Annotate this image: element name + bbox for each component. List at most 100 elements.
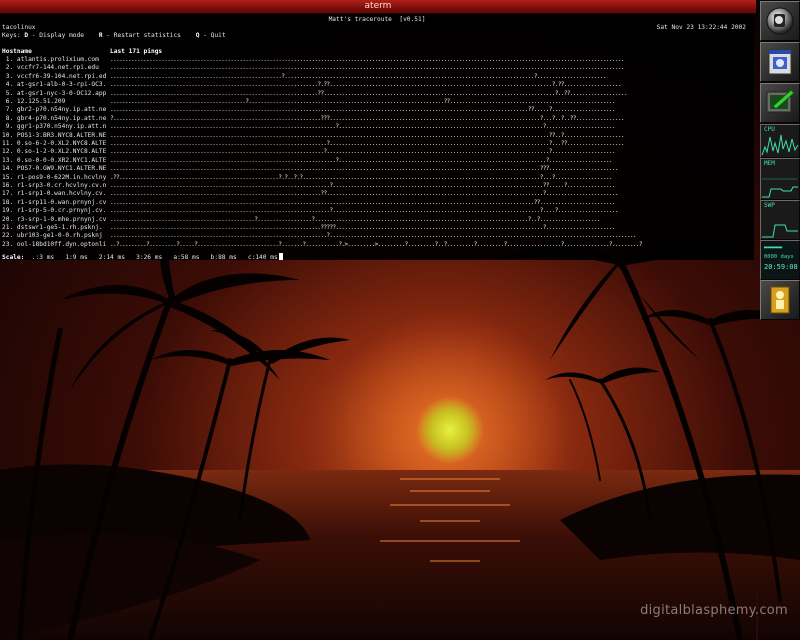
scale-label: Scale: (2, 254, 25, 261)
hop-row: 17. r1-srp1-0.wan.hcvlny.cv.............… (2, 190, 752, 198)
hop-hostname: 19. r1-srp-5-0.cr.prnynj.cv. (2, 207, 107, 215)
hop-ping-history: ........................................… (110, 198, 616, 206)
mtr-keys-help: Keys: D - Display mode R - Restart stati… (2, 32, 226, 40)
text-cursor (278, 253, 283, 260)
hop-hostname: 23. ool-18bd10ff.dyn.optonli (2, 240, 107, 248)
uptime-days: 0000 days (764, 254, 794, 260)
hop-row: 23. ool-18bd10ff.dyn.optonli..?.........… (2, 241, 752, 249)
hop-row: 7. gbr2-p70.n54ny.ip.att.ne.............… (2, 106, 752, 114)
window-title: aterm (364, 1, 392, 11)
key-display-mode-desc: - Display mode (28, 32, 99, 39)
hop-hostname: 9. ggr1-p370.n54ny.ip.att.n (2, 123, 107, 131)
hop-row: 8. gbr4-p70.n54ny.ip.att.ne?............… (2, 115, 752, 123)
uptime-clock[interactable]: ▬▬▬▬▬ 0000 days 20:59:08 (760, 240, 800, 280)
hop-ping-history: ........................................… (110, 72, 607, 80)
hop-hostname: 11. 0.so-6-2-0.XL2.NYC8.ALTE (2, 140, 107, 147)
hop-hostname: 21. dstswr1-ge5-1.rh.psknj. (2, 224, 103, 231)
hop-ping-history: ........................................… (110, 106, 616, 114)
column-header-hostname: Hostname (2, 48, 32, 55)
terminal-screen[interactable]: Matt's traceroute [v0.51] Sat Nov 23 13:… (0, 14, 754, 262)
hop-row: 19. r1-srp-5-0.cr.prnynj.cv.............… (2, 207, 752, 215)
hop-row: 9. ggr1-p370.n54ny.ip.att.n.............… (2, 123, 752, 131)
hop-hostname: 12. 0.so-1-2-0.XL2.NYC8.ALTE (2, 148, 107, 156)
hop-hostname: 16. r1-srp3-0.cr.hcvlny.cv.n (2, 182, 107, 189)
hop-ping-history: ........................................… (110, 190, 619, 198)
hop-ping-history: ........................................… (110, 224, 616, 231)
hop-hostname: 2. vccfr7-144.net.rpi.edu (2, 64, 99, 72)
hop-row: 16. r1-srp3-0.cr.hcvlny.cv.n............… (2, 182, 752, 190)
hop-ping-history: ........................................… (110, 56, 625, 63)
hop-ping-history: ........................................… (110, 81, 622, 89)
hop-row: 18. r1-srp11-0.wan.prnynj.cv............… (2, 199, 752, 207)
hop-hostname: 1. atlantis.prolixium.com (2, 56, 99, 63)
key-restart-desc: - Restart statistics (102, 32, 196, 39)
hop-row: 20. r3-srp-1-0.mhe.prnynj.cv............… (2, 216, 752, 224)
hop-ping-history: ........................................… (110, 131, 625, 139)
swap-graph (762, 224, 798, 238)
hop-ping-history: ........................................… (110, 123, 616, 131)
dock-icon-top[interactable] (760, 1, 800, 41)
uptime-clock-time: 20:59:08 (764, 263, 798, 271)
hop-row: 12. 0.so-1-2-0.XL2.NYC8.ALTE............… (2, 148, 752, 156)
dock: CPU MEM SWP ▬▬▬▬▬ 0000 days 20:59:08 (758, 0, 800, 320)
dock-icon-window[interactable] (760, 42, 800, 82)
column-header-pings: Last 171 pings (110, 48, 163, 55)
hop-ping-history: ........................................… (110, 148, 616, 156)
hop-ping-history: ........................................… (110, 156, 613, 164)
yellow-figure-icon (770, 286, 790, 314)
hop-hostname: 14. POS7-0.GW9.NYC1.ALTER.NE (2, 165, 107, 173)
hop-ping-history: ........................................… (110, 140, 625, 147)
hop-row: 1. atlantis.prolixium.com...............… (2, 56, 752, 64)
hop-row: 2. vccfr7-144.net.rpi.edu...............… (2, 64, 752, 72)
hop-ping-history: ........................................… (110, 98, 616, 105)
dock-icon-terminal[interactable] (760, 83, 800, 123)
hop-row: 5. at-gsr1-nyc-3-0-OC12.app.............… (2, 90, 752, 98)
hop-ping-history: ........................................… (110, 182, 616, 189)
hop-hostname: 10. POS1-3.BR3.NYC8.ALTER.NE (2, 131, 107, 139)
hop-row: 22. ubr103-ge1-0-0.rh.psknj.............… (2, 232, 752, 240)
hop-ping-history: ........................................… (110, 64, 625, 72)
cpu-bars-label: ▬▬▬▬▬ (764, 244, 783, 251)
hop-hostname: 7. gbr2-p70.n54ny.ip.att.ne (2, 106, 107, 114)
hop-ping-history: .??.....................................… (110, 173, 613, 181)
hop-hostname: 8. gbr4-p70.n54ny.ip.att.ne (2, 114, 107, 122)
hop-hostname: 18. r1-srp11-0.wan.prnynj.cv (2, 198, 107, 206)
hop-hostname: 13. 0.so-0-0-0.XR2.NYC1.ALTE (2, 156, 107, 164)
hop-row: 14. POS7-0.GW9.NYC1.ALTER.NE............… (2, 165, 752, 173)
memory-graph (762, 178, 798, 198)
hop-ping-history: ........................................… (110, 215, 601, 223)
hop-hostname: 17. r1-srp1-0.wan.hcvlny.cv. (2, 190, 107, 198)
key-quit-desc: - Quit (199, 32, 226, 39)
keys-prefix: Keys: (2, 32, 25, 39)
hop-hostname: 6. 12.125.51.209 (2, 98, 66, 105)
hop-ping-history: ?.......................................… (110, 114, 625, 122)
memory-monitor[interactable]: MEM (760, 158, 800, 200)
hop-row: 21. dstswr1-ge5-1.rh.psknj..............… (2, 224, 752, 232)
hop-row: 3. vccfr6-39-104.net.rpi.ed.............… (2, 73, 752, 81)
hop-row: 15. r1-pos9-0-622M.in.hcvlny.??.........… (2, 174, 752, 182)
hop-hostname: 20. r3-srp-1-0.mhe.prnynj.cv (2, 215, 107, 223)
hop-ping-history: ..?.........?.........?.....?...........… (110, 240, 643, 248)
hop-hostname: 3. vccfr6-39-104.net.rpi.ed (2, 72, 107, 80)
globe-reflection-icon (766, 7, 794, 35)
window-titlebar[interactable]: aterm (0, 0, 756, 14)
window-app-icon (768, 49, 792, 75)
mtr-date: Sat Nov 23 13:22:44 2002 (656, 24, 746, 31)
hop-row: 6. 12.125.51.209........................… (2, 98, 752, 106)
hop-hostname: 5. at-gsr1-nyc-3-0-OC12.app (2, 89, 107, 97)
cpu-monitor[interactable]: CPU (760, 124, 800, 158)
swap-monitor[interactable]: SWP (760, 200, 800, 240)
hop-ping-history: ........................................… (110, 89, 628, 97)
dock-icon-bottom[interactable] (760, 280, 800, 320)
cpu-graph (761, 134, 799, 156)
hop-row: 13. 0.so-0-0-0.XR2.NYC1.ALTE............… (2, 157, 752, 165)
scale-legend: Scale: .:3 ms 1:9 ms 2:14 ms 3:26 ms a:5… (2, 253, 283, 262)
mtr-app-title: Matt's traceroute [v0.51] (328, 16, 426, 23)
hop-row: 4. at-gsr1-alb-0-3-rpi-OC3..............… (2, 81, 752, 89)
terminal-green-icon (766, 89, 795, 113)
hop-hostname: 15. r1-pos9-0-622M.in.hcvlny (2, 173, 107, 181)
hop-row: 11. 0.so-6-2-0.XL2.NYC8.ALTE............… (2, 140, 752, 148)
hop-row: 10. POS1-3.BR3.NYC8.ALTER.NE............… (2, 132, 752, 140)
hop-ping-history: ........................................… (110, 207, 619, 215)
hop-ping-history: ........................................… (110, 165, 619, 173)
